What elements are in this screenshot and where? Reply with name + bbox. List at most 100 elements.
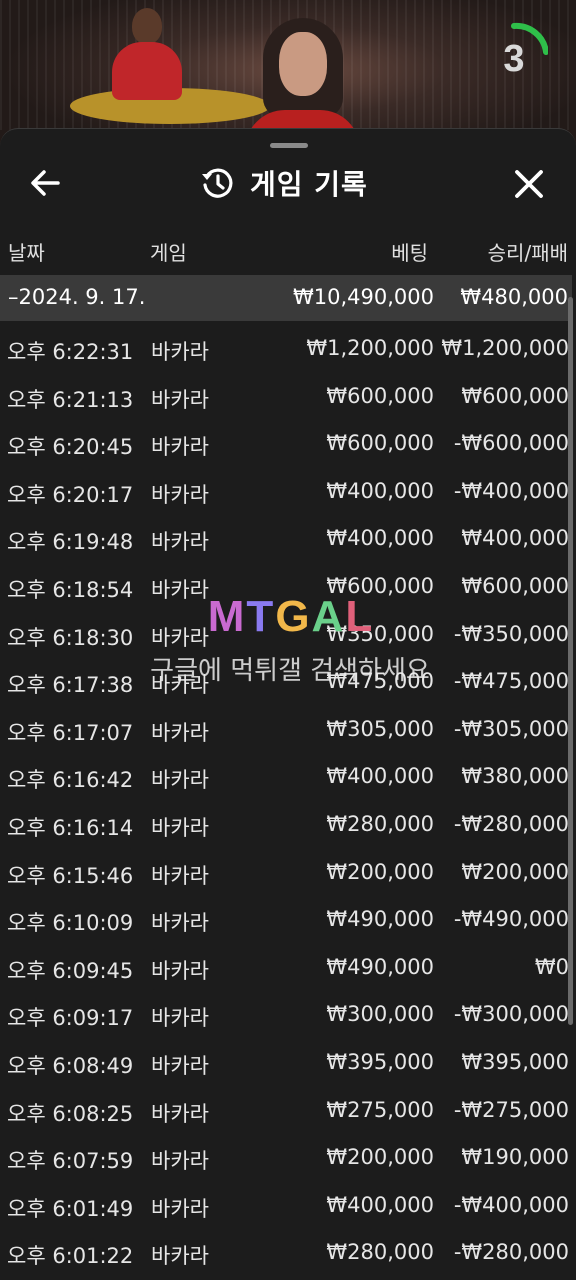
column-header-bet: 베팅 (391, 241, 428, 265)
summary-winloss-total: ₩480,000 (460, 285, 568, 309)
row-winloss: ₩395,000 (461, 1049, 569, 1074)
row-game: 바카라 (151, 958, 209, 983)
row-time: 오후 6:17:07 (7, 720, 134, 745)
row-bet: ₩400,000 (326, 478, 434, 503)
row-bet: ₩275,000 (326, 1097, 434, 1122)
row-bet: ₩400,000 (326, 764, 434, 789)
row-bet: ₩490,000 (326, 907, 434, 932)
table-row[interactable]: 오후 6:17:38 바카라 ₩475,000 -₩475,000 (0, 658, 576, 706)
row-winloss: -₩280,000 (453, 811, 569, 836)
row-game: 바카라 (151, 1244, 209, 1269)
row-game: 바카라 (151, 673, 209, 698)
table-row[interactable]: 오후 6:07:59 바카라 ₩200,000 ₩190,000 (0, 1134, 576, 1182)
table-row[interactable]: 오후 6:08:49 바카라 ₩395,000 ₩395,000 (0, 1039, 576, 1087)
row-bet: ₩300,000 (326, 1002, 434, 1027)
row-bet: ₩305,000 (326, 716, 434, 741)
row-winloss: -₩280,000 (453, 1240, 569, 1265)
row-time: 오후 6:08:49 (7, 1053, 134, 1078)
table-row[interactable]: 오후 6:18:54 바카라 ₩600,000 ₩600,000 (0, 563, 576, 611)
row-winloss: -₩275,000 (453, 1097, 569, 1122)
row-winloss: -₩490,000 (453, 907, 569, 932)
table-row[interactable]: 오후 6:08:25 바카라 ₩275,000 -₩275,000 (0, 1087, 576, 1135)
table-header: 날짜 게임 베팅 승리/패배 (0, 231, 576, 271)
row-winloss: ₩200,000 (461, 859, 569, 884)
row-game: 바카라 (151, 625, 209, 650)
table-row[interactable]: 오후 6:22:31 바카라 ₩1,200,000 ₩1,200,000 (0, 325, 576, 373)
scrollbar[interactable] (568, 297, 573, 1025)
row-bet: ₩400,000 (326, 1192, 434, 1217)
dealer (245, 18, 360, 150)
row-time: 오후 6:01:49 (7, 1196, 134, 1221)
row-time: 오후 6:15:46 (7, 863, 134, 888)
game-history-panel: 게임 기록 날짜 게임 베팅 승리/패배 –2024. 9. 17. ₩10,4… (0, 128, 576, 1280)
table-row[interactable]: 오후 6:09:17 바카라 ₩300,000 -₩300,000 (0, 991, 576, 1039)
row-time: 오후 6:17:38 (7, 673, 134, 698)
row-bet: ₩600,000 (326, 573, 434, 598)
round-timer: 3 (484, 22, 548, 102)
row-time: 오후 6:16:42 (7, 768, 134, 793)
table-row[interactable]: 오후 6:16:42 바카라 ₩400,000 ₩380,000 (0, 753, 576, 801)
background-dealer (112, 8, 182, 100)
history-icon (202, 168, 233, 198)
table-row[interactable]: 오후 6:01:22 바카라 ₩280,000 -₩280,000 (0, 1229, 576, 1277)
page-title: 게임 기록 (250, 168, 368, 201)
table-row[interactable]: 오후 6:19:48 바카라 ₩400,000 ₩400,000 (0, 515, 576, 563)
row-bet: ₩395,000 (326, 1049, 434, 1074)
row-winloss: ₩0 (534, 954, 569, 979)
row-game: 바카라 (151, 577, 209, 602)
row-time: 오후 6:18:54 (7, 577, 134, 602)
row-winloss: -₩600,000 (453, 431, 569, 456)
row-winloss: ₩600,000 (461, 573, 569, 598)
table-row[interactable]: 오후 6:20:17 바카라 ₩400,000 -₩400,000 (0, 468, 576, 516)
row-game: 바카라 (151, 720, 209, 745)
row-time: 오후 6:09:17 (7, 1006, 134, 1031)
row-game: 바카라 (151, 387, 209, 412)
drag-handle[interactable] (270, 143, 308, 148)
table-row[interactable]: 오후 6:17:07 바카라 ₩305,000 -₩305,000 (0, 706, 576, 754)
row-winloss: -₩475,000 (453, 669, 569, 694)
date-summary-row[interactable]: –2024. 9. 17. ₩10,490,000 ₩480,000 (0, 275, 572, 321)
row-game: 바카라 (151, 435, 209, 460)
row-time: 오후 6:01:22 (7, 1244, 134, 1269)
row-time: 오후 6:10:09 (7, 911, 134, 936)
row-bet: ₩475,000 (326, 669, 434, 694)
row-bet: ₩400,000 (326, 526, 434, 551)
history-list: 오후 6:22:31 바카라 ₩1,200,000 ₩1,200,000 오후 6:2… (0, 325, 576, 1277)
table-row[interactable]: 오후 6:21:13 바카라 ₩600,000 ₩600,000 (0, 373, 576, 421)
row-game: 바카라 (151, 1053, 209, 1078)
arrow-left-icon (31, 170, 60, 196)
row-winloss: -₩400,000 (453, 478, 569, 503)
row-game: 바카라 (151, 1101, 209, 1126)
table-row[interactable]: 오후 6:09:45 바카라 ₩490,000 ₩0 (0, 944, 576, 992)
row-winloss: ₩1,200,000 (441, 336, 569, 360)
row-time: 오후 6:16:14 (7, 815, 134, 840)
row-time: 오후 6:20:45 (7, 435, 134, 460)
row-time: 오후 6:07:59 (7, 1149, 134, 1174)
row-time: 오후 6:08:25 (7, 1101, 134, 1126)
row-game: 바카라 (151, 768, 209, 793)
row-game: 바카라 (151, 530, 209, 555)
back-button[interactable] (24, 165, 68, 201)
column-header-game: 게임 (150, 241, 187, 265)
summary-bet-total: ₩10,490,000 (292, 285, 434, 309)
row-game: 바카라 (151, 482, 209, 507)
row-game: 바카라 (151, 1196, 209, 1221)
row-game: 바카라 (151, 911, 209, 936)
table-row[interactable]: 오후 6:20:45 바카라 ₩600,000 -₩600,000 (0, 420, 576, 468)
row-bet: ₩200,000 (326, 1145, 434, 1170)
row-time: 오후 6:18:30 (7, 625, 134, 650)
row-time: 오후 6:09:45 (7, 958, 134, 983)
table-row[interactable]: 오후 6:15:46 바카라 ₩200,000 ₩200,000 (0, 849, 576, 897)
table-row[interactable]: 오후 6:01:49 바카라 ₩400,000 -₩400,000 (0, 1182, 576, 1230)
row-winloss: -₩400,000 (453, 1192, 569, 1217)
table-row[interactable]: 오후 6:18:30 바카라 ₩350,000 -₩350,000 (0, 611, 576, 659)
row-bet: ₩1,200,000 (306, 336, 434, 360)
panel-title-group: 게임 기록 (200, 163, 368, 203)
row-time: 오후 6:22:31 (7, 340, 134, 364)
row-game: 바카라 (151, 1006, 209, 1031)
row-game: 바카라 (151, 863, 209, 888)
panel-header: 게임 기록 (0, 151, 576, 215)
close-button[interactable] (508, 163, 550, 205)
table-row[interactable]: 오후 6:16:14 바카라 ₩280,000 -₩280,000 (0, 801, 576, 849)
table-row[interactable]: 오후 6:10:09 바카라 ₩490,000 -₩490,000 (0, 896, 576, 944)
